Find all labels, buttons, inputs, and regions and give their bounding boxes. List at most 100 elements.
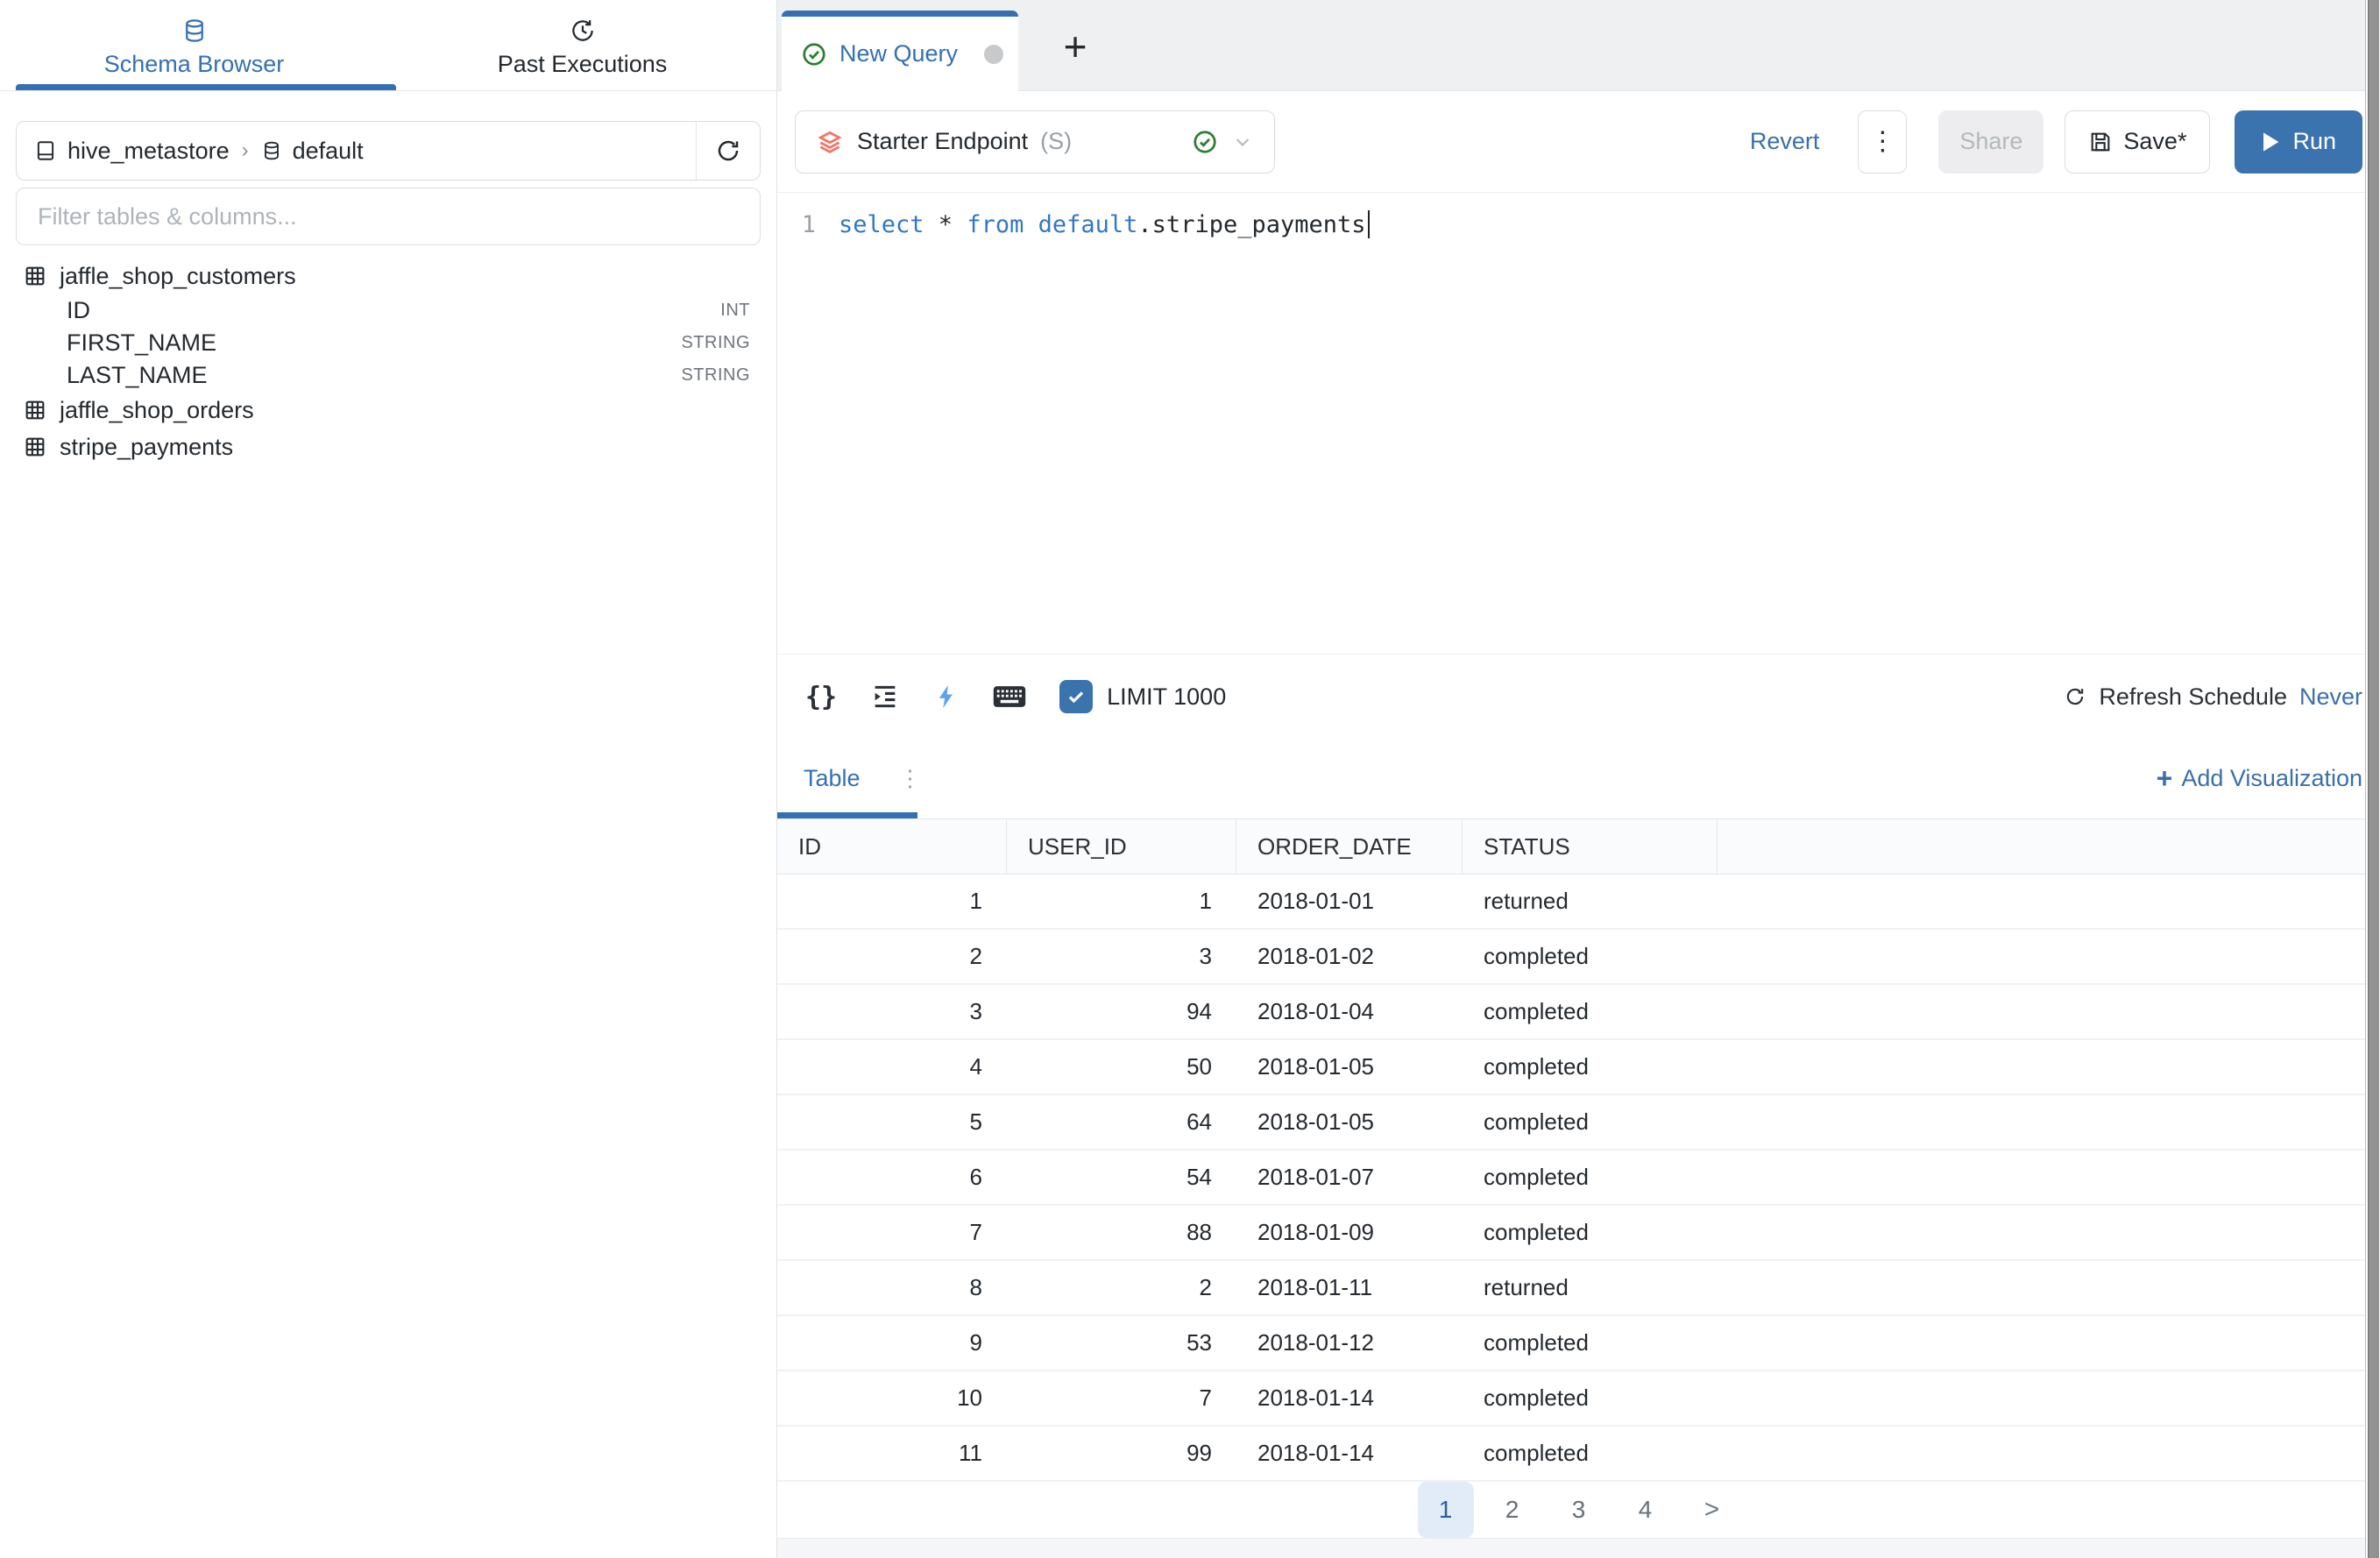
sql-editor[interactable]: 1 select * from default.stripe_payments [777,193,2380,654]
tab-past-executions[interactable]: Past Executions [388,0,776,90]
table-cell-filler [1718,875,2380,928]
save-button[interactable]: Save* [2065,110,2210,174]
endpoint-layers-icon [815,127,845,157]
column-header[interactable]: ID [777,819,1007,874]
results-tab-table[interactable]: Table [804,765,861,792]
table-row[interactable]: 6542018-01-07completed [777,1151,2380,1206]
revert-button[interactable]: Revert [1750,128,1820,155]
page-button[interactable]: 3 [1551,1482,1607,1538]
table-cell: 2018-01-09 [1236,1206,1463,1259]
table-cell: 2018-01-01 [1236,875,1463,928]
add-visualization-button[interactable]: + Add Visualization [2157,762,2362,795]
table-row[interactable]: 822018-01-11returned [777,1261,2380,1316]
table-row[interactable]: 7882018-01-09completed [777,1206,2380,1261]
tab-schema-browser[interactable]: Schema Browser [0,0,388,90]
tab-new-query[interactable]: New Query [782,11,1018,91]
table-row[interactable]: 5642018-01-05completed [777,1095,2380,1151]
results-table-header: IDUSER_IDORDER_DATESTATUS [777,819,2380,875]
tree-column-type: STRING [681,333,750,353]
tree-column-name: LAST_NAME [67,362,208,389]
kebab-icon: ⋮ [1869,126,1895,157]
braces-icon: {} [805,682,837,712]
sidebar: Schema Browser Past Executions [0,0,777,1558]
table-row[interactable]: 112018-01-01returned [777,875,2380,930]
more-options-button[interactable]: ⋮ [1858,110,1907,174]
table-cell: 6 [777,1151,1007,1204]
query-tab-bar: New Query + [777,0,2380,91]
table-cell: 99 [1007,1427,1236,1480]
run-button[interactable]: Run [2235,110,2362,174]
table-icon [23,435,47,459]
floppy-icon [2088,130,2113,154]
table-cell: 2 [1007,1261,1236,1314]
tree-column-name: FIRST_NAME [67,329,216,357]
table-icon [23,398,47,422]
keyboard-icon [993,683,1026,710]
table-cell: 2018-01-14 [1236,1427,1463,1480]
table-cell: 2018-01-14 [1236,1371,1463,1425]
table-row[interactable]: 4502018-01-05completed [777,1040,2380,1095]
endpoint-selector[interactable]: Starter Endpoint (S) [795,110,1275,174]
plus-icon: + [2157,762,2173,795]
table-cell-filler [1718,1151,2380,1204]
tree-column-row[interactable]: LAST_NAMESTRING [0,359,776,392]
refresh-schedule-value[interactable]: Never [2299,683,2362,711]
table-cell: 2018-01-04 [1236,985,1463,1038]
tree-column-row[interactable]: FIRST_NAME STRING [0,327,776,359]
results-table-body: 112018-01-01returned232018-01-02complete… [777,875,2380,1482]
limit-checkbox[interactable] [1059,680,1093,713]
table-cell-filler [1718,1261,2380,1314]
table-row[interactable]: 3942018-01-04completed [777,985,2380,1040]
tree-table-row[interactable]: stripe_payments [0,428,776,465]
table-row[interactable]: 1072018-01-14completed [777,1371,2380,1427]
breadcrumb-separator: › [240,138,251,163]
table-cell: completed [1463,1316,1718,1370]
catalog-icon [34,139,57,162]
results-tab-underline [777,812,917,818]
tree-table-row[interactable]: jaffle_shop_orders [0,392,776,428]
breadcrumb[interactable]: hive_metastore › default [17,138,696,165]
share-button[interactable]: Share [1938,110,2044,174]
refresh-schema-button[interactable] [696,122,760,180]
tree-column-row[interactable]: IDINT [0,294,776,327]
table-cell: completed [1463,985,1718,1038]
breadcrumb-schema[interactable]: default [293,138,364,165]
table-row[interactable]: 9532018-01-12completed [777,1316,2380,1371]
tree-table-row[interactable]: jaffle_shop_customers [0,258,776,294]
next-page-button[interactable]: > [1684,1482,1740,1538]
keyboard-shortcuts-button[interactable] [993,683,1026,710]
sidebar-tabs: Schema Browser Past Executions [0,0,776,91]
table-cell: completed [1463,1095,1718,1149]
page-button[interactable]: 1 [1418,1482,1474,1538]
table-cell: returned [1463,1261,1718,1314]
page-button[interactable]: 2 [1484,1482,1541,1538]
column-header[interactable]: USER_ID [1007,819,1236,874]
results-tab-kebab-icon[interactable]: ⋮ [899,765,922,792]
play-icon [2261,131,2280,152]
schema-icon [261,140,282,161]
format-query-button[interactable]: {} [805,682,837,712]
live-autocomplete-button[interactable] [933,682,960,712]
add-tab-button[interactable]: + [1045,16,1106,77]
filter-tables-input[interactable] [16,188,761,245]
table-cell: 88 [1007,1206,1236,1259]
results-table: IDUSER_IDORDER_DATESTATUS 112018-01-01re… [777,819,2380,1482]
table-cell: 8 [777,1261,1007,1314]
scrollbar-thumb[interactable] [2368,0,2379,1558]
auto-indent-button[interactable] [870,682,900,712]
table-row[interactable]: 232018-01-02completed [777,930,2380,985]
table-row[interactable]: 11992018-01-14completed [777,1427,2380,1482]
column-header[interactable]: STATUS [1463,819,1718,874]
table-cell: 9 [777,1316,1007,1370]
table-cell: 1 [1007,875,1236,928]
vertical-scrollbar[interactable] [2365,0,2380,1558]
endpoint-size: (S) [1040,128,1072,155]
table-cell: completed [1463,1040,1718,1094]
table-cell: 11 [777,1427,1007,1480]
table-cell: 94 [1007,985,1236,1038]
lightning-icon [933,682,960,712]
column-header[interactable]: ORDER_DATE [1236,819,1463,874]
table-cell-filler [1718,1371,2380,1425]
breadcrumb-catalog[interactable]: hive_metastore [67,138,230,165]
page-button[interactable]: 4 [1618,1482,1674,1538]
